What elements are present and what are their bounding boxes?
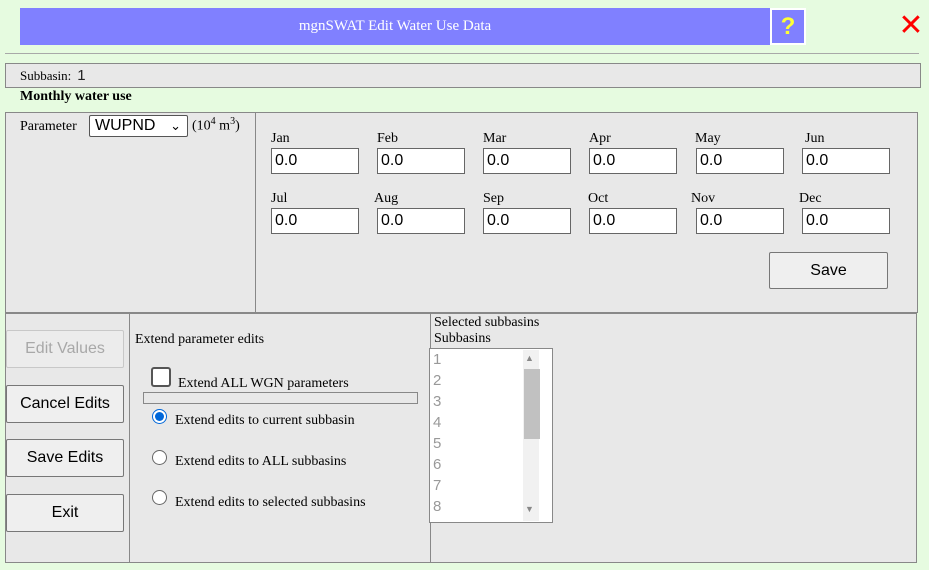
month-label-feb: Feb bbox=[377, 131, 398, 146]
month-input-oct[interactable]: 0.0 bbox=[589, 208, 677, 234]
month-label-oct: Oct bbox=[588, 191, 609, 206]
month-input-may[interactable]: 0.0 bbox=[696, 148, 784, 174]
list-item[interactable]: 4 bbox=[433, 412, 441, 433]
cancel-edits-button[interactable]: Cancel Edits bbox=[6, 385, 124, 423]
scroll-down-icon[interactable]: ▼ bbox=[525, 504, 534, 514]
separator-bar bbox=[143, 392, 418, 404]
month-input-apr[interactable]: 0.0 bbox=[589, 148, 677, 174]
selected-subbasins-heading: Selected subbasins bbox=[434, 315, 540, 330]
extend-all-wgn-label: Extend ALL WGN parameters bbox=[178, 376, 349, 391]
edit-values-button[interactable]: Edit Values bbox=[6, 330, 124, 368]
scroll-up-icon[interactable]: ▲ bbox=[525, 353, 534, 363]
extend-title: Extend parameter edits bbox=[135, 332, 265, 347]
window-title: mgnSWAT Edit Water Use Data bbox=[20, 8, 770, 45]
question-mark-icon: ? bbox=[780, 12, 796, 40]
month-label-jan: Jan bbox=[271, 131, 290, 146]
month-input-sep[interactable]: 0.0 bbox=[483, 208, 571, 234]
list-item[interactable]: 8 bbox=[433, 496, 441, 517]
month-input-mar[interactable]: 0.0 bbox=[483, 148, 571, 174]
radio-all-subbasins-label: Extend edits to ALL subbasins bbox=[175, 454, 347, 469]
month-label-may: May bbox=[695, 131, 721, 146]
month-label-apr: Apr bbox=[589, 131, 611, 146]
scrollbar-thumb[interactable] bbox=[524, 369, 540, 439]
month-input-jan[interactable]: 0.0 bbox=[271, 148, 359, 174]
subbasins-list-header: Subbasins bbox=[434, 331, 491, 346]
close-button[interactable]: ✕ bbox=[896, 8, 926, 42]
list-item[interactable]: 5 bbox=[433, 433, 441, 454]
month-input-jul[interactable]: 0.0 bbox=[271, 208, 359, 234]
extend-panel bbox=[129, 313, 432, 563]
month-label-jul: Jul bbox=[271, 191, 288, 206]
month-input-dec[interactable]: 0.0 bbox=[802, 208, 890, 234]
month-label-aug: Aug bbox=[374, 191, 399, 206]
month-label-nov: Nov bbox=[691, 191, 716, 206]
parameter-unit: (104 m3) bbox=[192, 116, 240, 134]
list-item[interactable]: 2 bbox=[433, 370, 441, 391]
month-input-aug[interactable]: 0.0 bbox=[377, 208, 465, 234]
subbasin-label: Subbasin: bbox=[20, 67, 72, 83]
list-item[interactable]: 7 bbox=[433, 475, 441, 496]
parameter-label: Parameter bbox=[20, 119, 77, 134]
exit-button[interactable]: Exit bbox=[6, 494, 124, 532]
subbasin-bar: Subbasin: 1 bbox=[5, 63, 921, 88]
save-edits-button[interactable]: Save Edits bbox=[6, 439, 124, 477]
section-title: Monthly water use bbox=[20, 89, 132, 104]
close-icon: ✕ bbox=[898, 8, 924, 42]
selected-subbasins-title: Selected subbasins Subbasins bbox=[434, 315, 539, 347]
parameter-select[interactable]: WUPND ⌄ bbox=[89, 115, 188, 137]
month-input-jun[interactable]: 0.0 bbox=[802, 148, 890, 174]
extend-all-wgn-checkbox[interactable] bbox=[151, 367, 171, 387]
radio-selected-subbasins[interactable] bbox=[152, 490, 167, 505]
divider bbox=[5, 53, 919, 54]
radio-selected-subbasins-label: Extend edits to selected subbasins bbox=[175, 495, 366, 510]
month-input-nov[interactable]: 0.0 bbox=[696, 208, 784, 234]
help-button[interactable]: ? bbox=[770, 8, 806, 45]
radio-current-subbasin-label: Extend edits to current subbasin bbox=[175, 413, 355, 428]
list-item[interactable]: 3 bbox=[433, 391, 441, 412]
month-input-feb[interactable]: 0.0 bbox=[377, 148, 465, 174]
month-label-jun: Jun bbox=[805, 131, 825, 146]
month-label-dec: Dec bbox=[799, 191, 822, 206]
radio-current-subbasin[interactable] bbox=[152, 409, 167, 424]
save-button[interactable]: Save bbox=[769, 252, 888, 289]
radio-all-subbasins[interactable] bbox=[152, 450, 167, 465]
list-item[interactable]: 1 bbox=[433, 349, 441, 370]
subbasins-listbox[interactable]: 1 2 3 4 5 6 7 8 ▲ ▼ bbox=[429, 348, 553, 523]
chevron-down-icon: ⌄ bbox=[170, 118, 181, 133]
month-label-mar: Mar bbox=[483, 131, 507, 146]
subbasin-value: 1 bbox=[77, 67, 86, 84]
parameter-panel bbox=[5, 112, 257, 313]
month-label-sep: Sep bbox=[483, 191, 504, 206]
list-item[interactable]: 6 bbox=[433, 454, 441, 475]
parameter-select-value: WUPND bbox=[95, 117, 156, 134]
